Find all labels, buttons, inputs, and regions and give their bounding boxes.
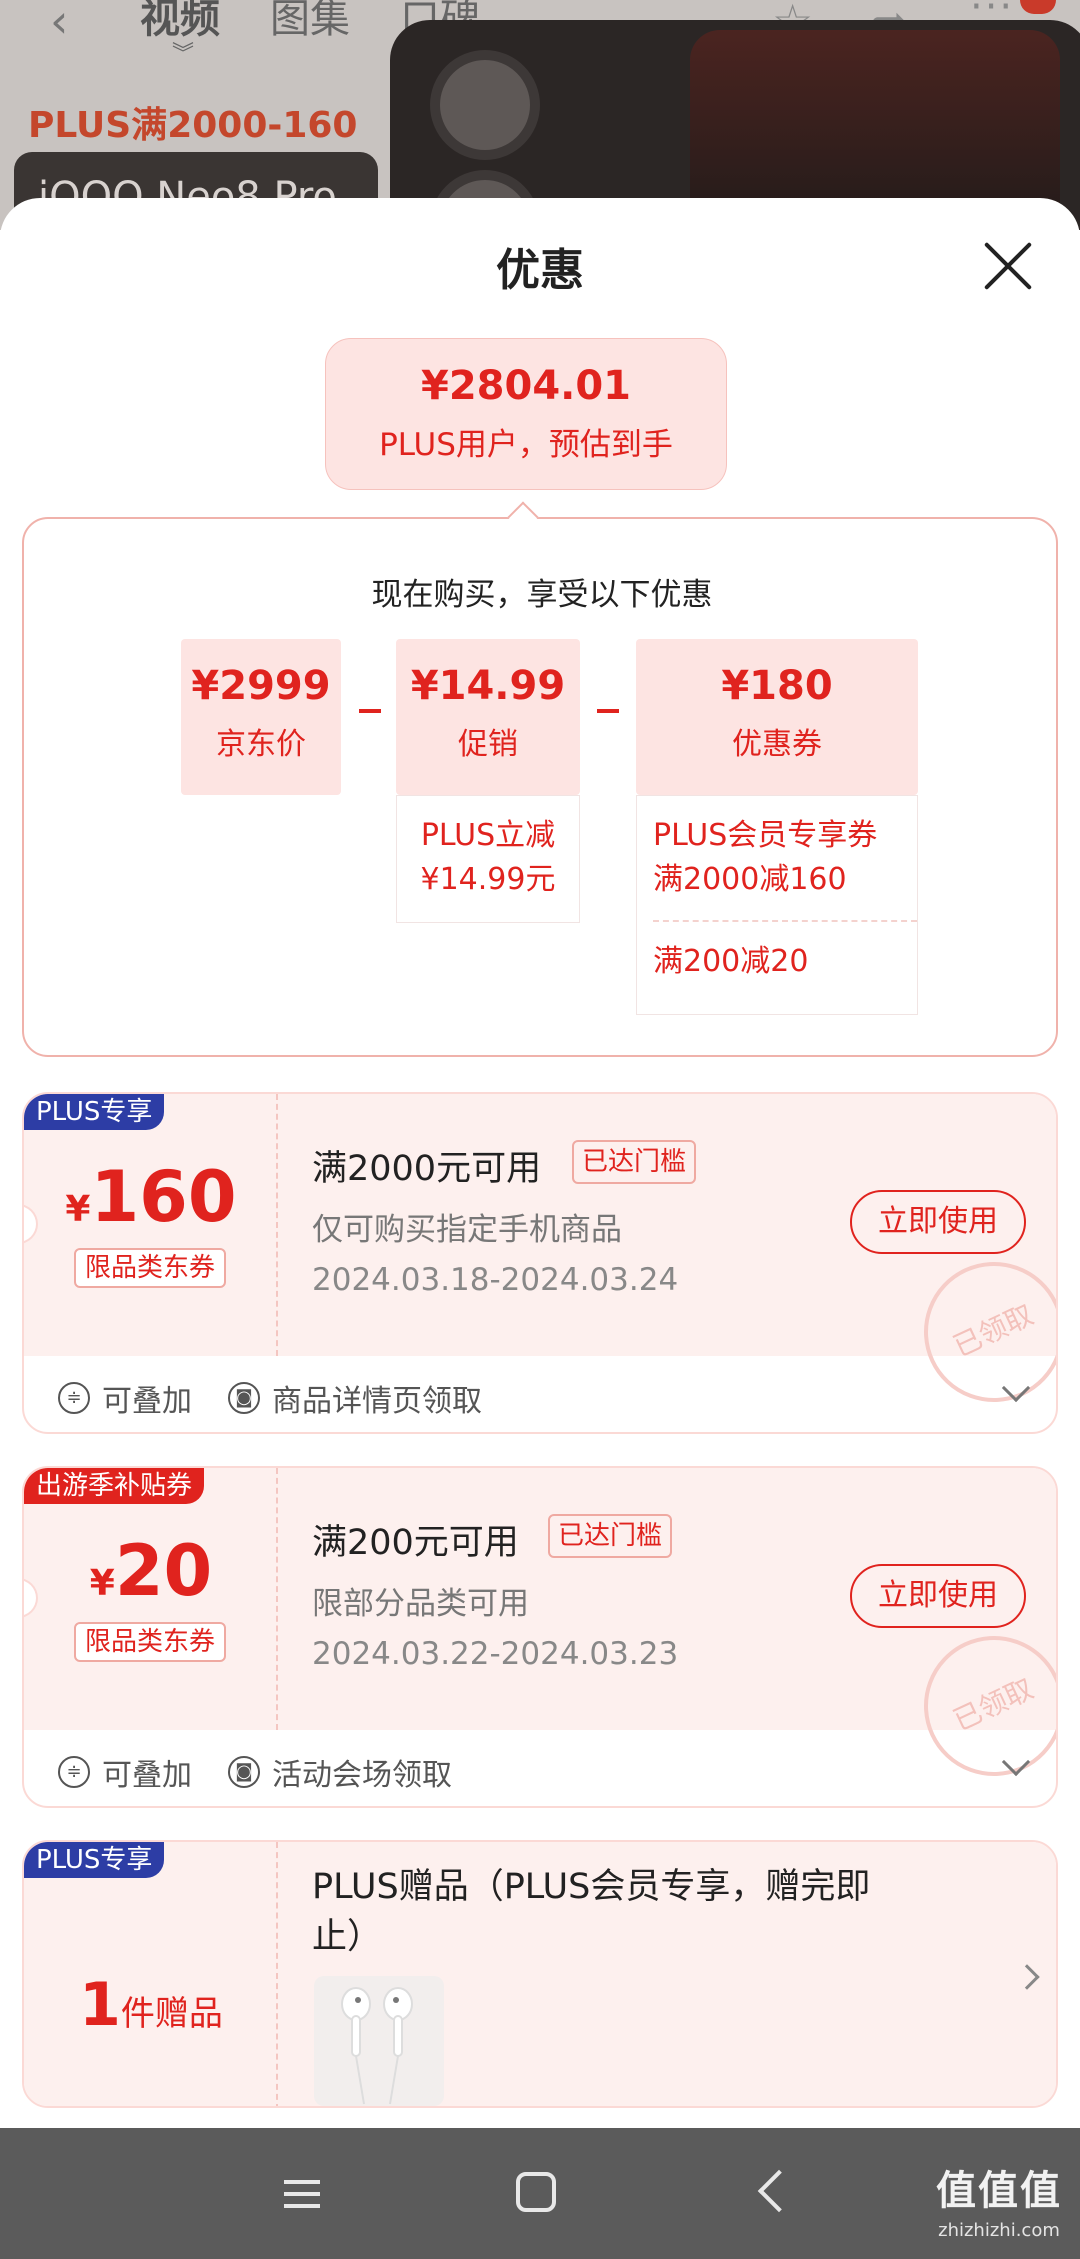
coupon-description: 限部分品类可用 [312,1586,529,1622]
threshold-reached-badge: 已达门槛 [548,1514,673,1558]
back-icon[interactable]: ‹ [50,0,68,48]
claim-source-label: 商品详情页领取 [272,1384,482,1419]
ticket-icon: ◙ [228,1382,260,1414]
gift-card-left: PLUS专享 1件赠品 [24,1842,278,2106]
claim-source-info: ◙ 活动会场领取 [228,1750,452,1794]
gift-count-value: 1 [79,1970,121,2040]
travel-subsidy-badge: 出游季补贴券 [24,1468,205,1504]
coupon-card-footer[interactable]: ≑ 可叠加 ◙ 活动会场领取 [24,1730,1056,1806]
discount-sheet: 优惠 ¥2804.01 PLUS用户，预估到手 现在购买，享受以下优惠 ¥299… [0,198,1080,2128]
estimated-price: ¥2804.01 [420,363,632,409]
coupon-amount: ¥20 [24,1530,278,1612]
currency-symbol: ¥ [89,1563,115,1604]
promotion-detail-line: ¥14.99元 [420,862,556,897]
system-nav-bar [0,2128,1080,2259]
use-now-button[interactable]: 立即使用 [850,1564,1026,1628]
claim-source-info: ◙ 商品详情页领取 [228,1376,482,1420]
coupon-detail-line: 满2000减160 [653,862,847,897]
coupon-value: ¥180 [721,663,833,709]
watermark-url: zhizhizhi.com [938,2220,1060,2241]
coupon-detail-group: PLUS会员专享券 满2000减160 [653,796,917,920]
recent-apps-icon[interactable] [258,2158,348,2228]
jd-price-label: 京东价 [216,727,306,762]
tab-gallery[interactable]: 图集 [270,0,350,44]
coupon-title: 满2000元可用 [312,1149,542,1189]
gift-title: PLUS赠品（PLUS会员专享，赠完即止） [312,1867,871,1957]
minus-sign [597,709,619,713]
coupon-card-left: PLUS专享 ¥160 限品类东券 [24,1094,278,1356]
coupon-detail-line: PLUS会员专享券 [653,818,878,853]
coupon-type-tag: 限品类东券 [74,1622,226,1662]
gift-card[interactable]: PLUS专享 1件赠品 PLUS赠品（PLUS会员专享，赠完即止） [22,1840,1058,2108]
gift-card-body: PLUS专享 1件赠品 PLUS赠品（PLUS会员专享，赠完即止） [24,1842,1056,2106]
coupon-card-body: PLUS专享 ¥160 限品类东券 满2000元可用 已达门槛 仅可购买指定手机… [24,1094,1056,1426]
price-breakdown: 现在购买，享受以下优惠 ¥2999 京东价 ¥14.99 促销 PLUS立减 ¥… [22,517,1058,1057]
coupon-card-body: 出游季补贴券 ¥20 限品类东券 满200元可用 已达门槛 限部分品类可用 20… [24,1468,1056,1800]
coupon-type-tag: 限品类东券 [74,1248,226,1288]
use-now-button[interactable]: 立即使用 [850,1190,1026,1254]
stackable-label: 可叠加 [102,1384,192,1419]
watermark-logo: 值值值 [936,2168,1062,2214]
promotion-detail: PLUS立减 ¥14.99元 [396,795,580,923]
close-icon[interactable] [980,238,1036,294]
coupon-card-footer[interactable]: ≑ 可叠加 ◙ 商品详情页领取 [24,1356,1056,1432]
chevron-right-icon[interactable] [1014,1964,1040,1990]
coupon-card: PLUS专享 ¥160 限品类东券 满2000元可用 已达门槛 仅可购买指定手机… [22,1092,1058,1434]
coupon-title: 满200元可用 [312,1523,519,1563]
earphones-icon[interactable] [314,1976,444,2106]
coupon-cell: ¥180 优惠券 [636,639,918,795]
stack-icon: ≑ [58,1756,90,1788]
stack-icon: ≑ [58,1382,90,1414]
coupon-detail: PLUS会员专享券 满2000减160 满200减20 [636,795,918,1015]
estimated-price-label: PLUS用户，预估到手 [379,427,673,463]
breakdown-heading: 现在购买，享受以下优惠 [371,577,713,613]
coupon-detail-line: 满200减20 [653,920,917,984]
chevron-down-icon[interactable] [1001,1747,1031,1777]
plus-badge: PLUS专享 [24,1094,165,1130]
back-icon[interactable] [728,2158,818,2228]
jd-price-value: ¥2999 [191,663,331,709]
stackable-label: 可叠加 [102,1758,192,1793]
camera-lens [430,50,540,160]
coupon-amount-value: 160 [90,1156,237,1238]
promotion-detail-line: PLUS立减 [420,818,556,853]
background-product-page: ‹ 视频 图集 口碑 ︾ ☆ ➦ ··· PLUS满2000-160 iQOO … [0,0,1080,230]
threshold-reached-badge: 已达门槛 [572,1140,697,1184]
minus-sign [359,709,381,713]
stackable-info: ≑ 可叠加 [58,1376,192,1420]
promotion-label: 促销 [458,727,518,762]
coupon-label: 优惠券 [732,727,822,762]
jd-price-cell: ¥2999 京东价 [181,639,341,795]
coupon-card-left: 出游季补贴券 ¥20 限品类东券 [24,1468,278,1730]
estimated-price-box: ¥2804.01 PLUS用户，预估到手 [325,338,727,490]
currency-symbol: ¥ [65,1189,91,1230]
chevron-down-icon: ︾ [172,42,195,67]
promotion-cell: ¥14.99 促销 [396,639,580,795]
coupon-validity: 2024.03.22-2024.03.23 [312,1636,679,1672]
coupon-description: 仅可购买指定手机商品 [312,1212,622,1248]
coupon-card: 出游季补贴券 ¥20 限品类东券 满200元可用 已达门槛 限部分品类可用 20… [22,1466,1058,1808]
notification-badge [1020,0,1056,14]
coupon-validity: 2024.03.18-2024.03.24 [312,1262,679,1298]
chevron-down-icon[interactable] [1001,1373,1031,1403]
sheet-title: 优惠 [496,245,584,296]
coupon-amount-value: 20 [114,1530,213,1612]
ticket-icon: ◙ [228,1756,260,1788]
promo-banner: PLUS满2000-160 [28,105,358,146]
claim-source-label: 活动会场领取 [272,1758,452,1793]
promotion-value: ¥14.99 [410,663,566,709]
coupon-amount: ¥160 [24,1156,278,1238]
gift-count-unit: 件赠品 [120,1994,223,2034]
stackable-info: ≑ 可叠加 [58,1750,192,1794]
home-icon[interactable] [490,2158,580,2228]
gift-count: 1件赠品 [24,1970,278,2040]
plus-badge: PLUS专享 [24,1842,165,1878]
